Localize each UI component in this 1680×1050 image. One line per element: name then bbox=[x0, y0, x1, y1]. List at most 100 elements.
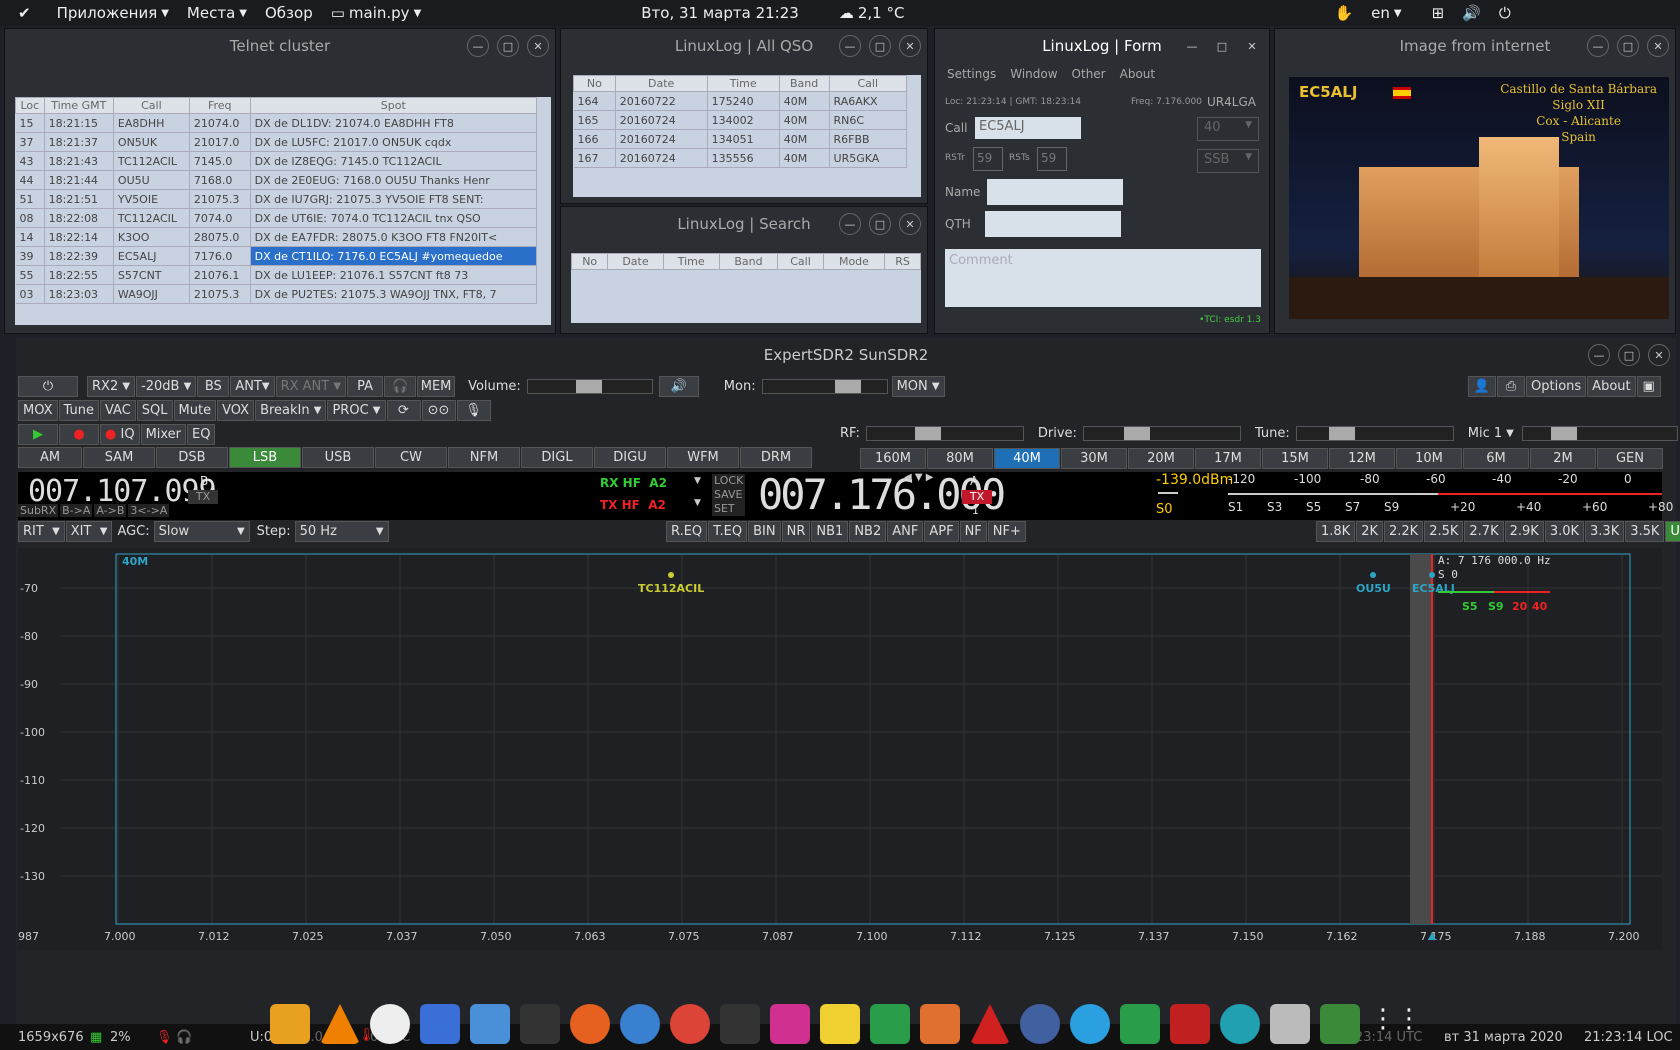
rf-slider[interactable] bbox=[865, 426, 1024, 441]
minimize-icon[interactable]: — bbox=[839, 35, 861, 57]
spot-tc112acil[interactable]: TC112ACIL bbox=[638, 582, 704, 595]
eq-button[interactable]: EQ bbox=[187, 424, 216, 445]
filter-35k[interactable]: 3.5K bbox=[1625, 521, 1665, 542]
close-icon[interactable]: ✕ bbox=[1241, 35, 1263, 57]
minimize-icon[interactable]: — bbox=[467, 35, 489, 57]
column-header[interactable]: Date bbox=[614, 75, 708, 92]
filter-27k[interactable]: 2.7K bbox=[1464, 521, 1504, 542]
slider-knob[interactable] bbox=[834, 380, 861, 393]
clock[interactable]: Втo, 31 марта 21:23 bbox=[641, 4, 799, 22]
mode-wfm[interactable]: WFM bbox=[667, 447, 739, 468]
bs-button[interactable]: BS bbox=[197, 376, 230, 397]
band-40m[interactable]: 40M bbox=[994, 448, 1060, 469]
dsp-nf[interactable]: NF+ bbox=[987, 521, 1026, 542]
mode-digl[interactable]: DIGL bbox=[521, 447, 593, 468]
close-icon[interactable]: ✕ bbox=[899, 213, 921, 235]
mic-label[interactable]: Mic 1 bbox=[1468, 426, 1502, 441]
minimize-icon[interactable]: — bbox=[839, 213, 861, 235]
mode-cw[interactable]: CW bbox=[375, 447, 447, 468]
ant-button[interactable]: ANT ▼ bbox=[230, 376, 275, 397]
rstr-field[interactable]: 59 bbox=[973, 147, 1003, 171]
filter-2k[interactable]: 2K bbox=[1356, 521, 1383, 542]
column-header[interactable]: Call bbox=[112, 97, 190, 114]
column-header[interactable]: No bbox=[573, 75, 616, 92]
filter-30k[interactable]: 3.0K bbox=[1544, 521, 1585, 542]
spot-marker[interactable] bbox=[1429, 572, 1435, 578]
table-row[interactable]: 43 18:21:43 TC112ACIL 7145.0 DX de IZ8EQG: 7… bbox=[15, 151, 538, 171]
minimize-icon[interactable]: — bbox=[1587, 35, 1609, 57]
record-tape-icon[interactable]: ⊙⊙ bbox=[421, 400, 456, 421]
band-gen[interactable]: GEN bbox=[1597, 448, 1663, 469]
mic-slider[interactable] bbox=[1521, 426, 1678, 441]
table-row[interactable]: 08 18:22:08 TC112ACIL 7074.0 DX de UT6IE: 70… bbox=[15, 208, 538, 228]
column-header[interactable]: Mode bbox=[822, 253, 886, 270]
proc-button[interactable]: PROC ▼ bbox=[327, 400, 386, 421]
software-icon[interactable] bbox=[470, 1004, 510, 1044]
comment-field[interactable]: Comment bbox=[945, 249, 1261, 307]
rit-button[interactable]: RIT ▼ bbox=[18, 521, 65, 542]
table-row[interactable]: 165 20160724 134002 40M RN6C bbox=[573, 110, 908, 130]
dsp-nr[interactable]: NR bbox=[781, 521, 811, 542]
mute-button[interactable]: Mute bbox=[173, 400, 217, 421]
activities-icon[interactable]: ✔ bbox=[18, 4, 31, 22]
band-2m[interactable]: 2M bbox=[1530, 448, 1596, 469]
mode-select[interactable]: SSB ▼ bbox=[1197, 149, 1259, 173]
mon-slider[interactable] bbox=[761, 379, 888, 394]
subrx-button[interactable]: SubRX bbox=[18, 504, 59, 517]
menu-other[interactable]: Other bbox=[1072, 67, 1106, 81]
table-row[interactable]: 15 18:21:15 EA8DHH 21074.0 DX de DL1DV: 2107… bbox=[15, 113, 538, 133]
search-titlebar[interactable]: LinuxLog | Search — □ ✕ bbox=[561, 207, 927, 241]
close-icon[interactable]: ✕ bbox=[1648, 344, 1670, 366]
pycharm-icon[interactable] bbox=[1120, 1004, 1160, 1044]
cycle-icon[interactable]: ⟳ bbox=[386, 400, 421, 421]
band-select[interactable]: 40 ▼ bbox=[1197, 117, 1259, 141]
column-header[interactable]: Band bbox=[718, 253, 779, 270]
close-icon[interactable]: ✕ bbox=[527, 35, 549, 57]
firefox-icon[interactable] bbox=[570, 1004, 610, 1044]
minimize-icon[interactable]: — bbox=[1181, 35, 1203, 57]
mox-button[interactable]: MOX bbox=[18, 400, 58, 421]
notes-icon[interactable] bbox=[820, 1004, 860, 1044]
app-icon[interactable] bbox=[1270, 1004, 1310, 1044]
filter-passband[interactable] bbox=[1410, 554, 1432, 924]
phpstorm-icon[interactable] bbox=[770, 1004, 810, 1044]
pa-button[interactable]: PA bbox=[347, 376, 384, 397]
slider-knob[interactable] bbox=[914, 427, 941, 440]
files-icon[interactable] bbox=[270, 1004, 310, 1044]
rx-ant[interactable]: A2 bbox=[649, 476, 667, 490]
apps-grid-icon[interactable]: ⋮⋮ bbox=[1370, 1004, 1422, 1044]
sdr-titlebar[interactable]: ExpertSDR2 SunSDR2 — □ ✕ bbox=[16, 338, 1676, 372]
window-menu[interactable]: ▭ main.py ▼ bbox=[331, 4, 422, 22]
slider-knob[interactable] bbox=[1328, 427, 1355, 440]
maximize-icon[interactable]: □ bbox=[869, 213, 891, 235]
dsp-teq[interactable]: T.EQ bbox=[708, 521, 748, 542]
band-80m[interactable]: 80M bbox=[927, 448, 993, 469]
band-10m[interactable]: 10M bbox=[1396, 448, 1462, 469]
dsp-apf[interactable]: APF bbox=[924, 521, 959, 542]
calculator-icon[interactable] bbox=[920, 1004, 960, 1044]
column-header[interactable]: Time bbox=[662, 253, 720, 270]
column-header[interactable]: Spot bbox=[249, 97, 538, 114]
headphones-icon[interactable]: 🎧 bbox=[384, 376, 417, 397]
tx-ant[interactable]: A2 bbox=[648, 498, 666, 512]
mixer-button[interactable]: Mixer bbox=[140, 424, 187, 445]
trash-icon[interactable] bbox=[1320, 1004, 1360, 1044]
maximize-icon[interactable]: □ bbox=[1211, 35, 1233, 57]
dsp-bin[interactable]: BIN bbox=[748, 521, 781, 542]
menu-window[interactable]: Window bbox=[1010, 67, 1057, 81]
printer-icon[interactable]: ⎙ bbox=[1497, 376, 1525, 397]
vlc-icon[interactable] bbox=[320, 1004, 360, 1044]
power-icon[interactable]: ⏻ bbox=[1499, 4, 1511, 22]
volume-icon[interactable]: 🔊 bbox=[1462, 4, 1481, 22]
table-row[interactable]: 39 18:22:39 EC5ALJ 7176.0 DX de CT1ILO: 7176… bbox=[15, 246, 538, 266]
vox-button[interactable]: VOX bbox=[217, 400, 255, 421]
column-header[interactable]: Date bbox=[607, 253, 664, 270]
terminal-icon[interactable] bbox=[520, 1004, 560, 1044]
spot-marker[interactable] bbox=[1370, 572, 1376, 578]
column-header[interactable]: Freq bbox=[188, 97, 251, 114]
app-icon[interactable] bbox=[970, 1004, 1010, 1044]
telnet-titlebar[interactable]: Telnet cluster — □ ✕ bbox=[5, 29, 555, 63]
iq-button[interactable]: ● IQ bbox=[100, 424, 140, 445]
allqso-titlebar[interactable]: LinuxLog | All QSO — □ ✕ bbox=[561, 29, 927, 63]
breakin-button[interactable]: BreakIn ▼ bbox=[255, 400, 327, 421]
